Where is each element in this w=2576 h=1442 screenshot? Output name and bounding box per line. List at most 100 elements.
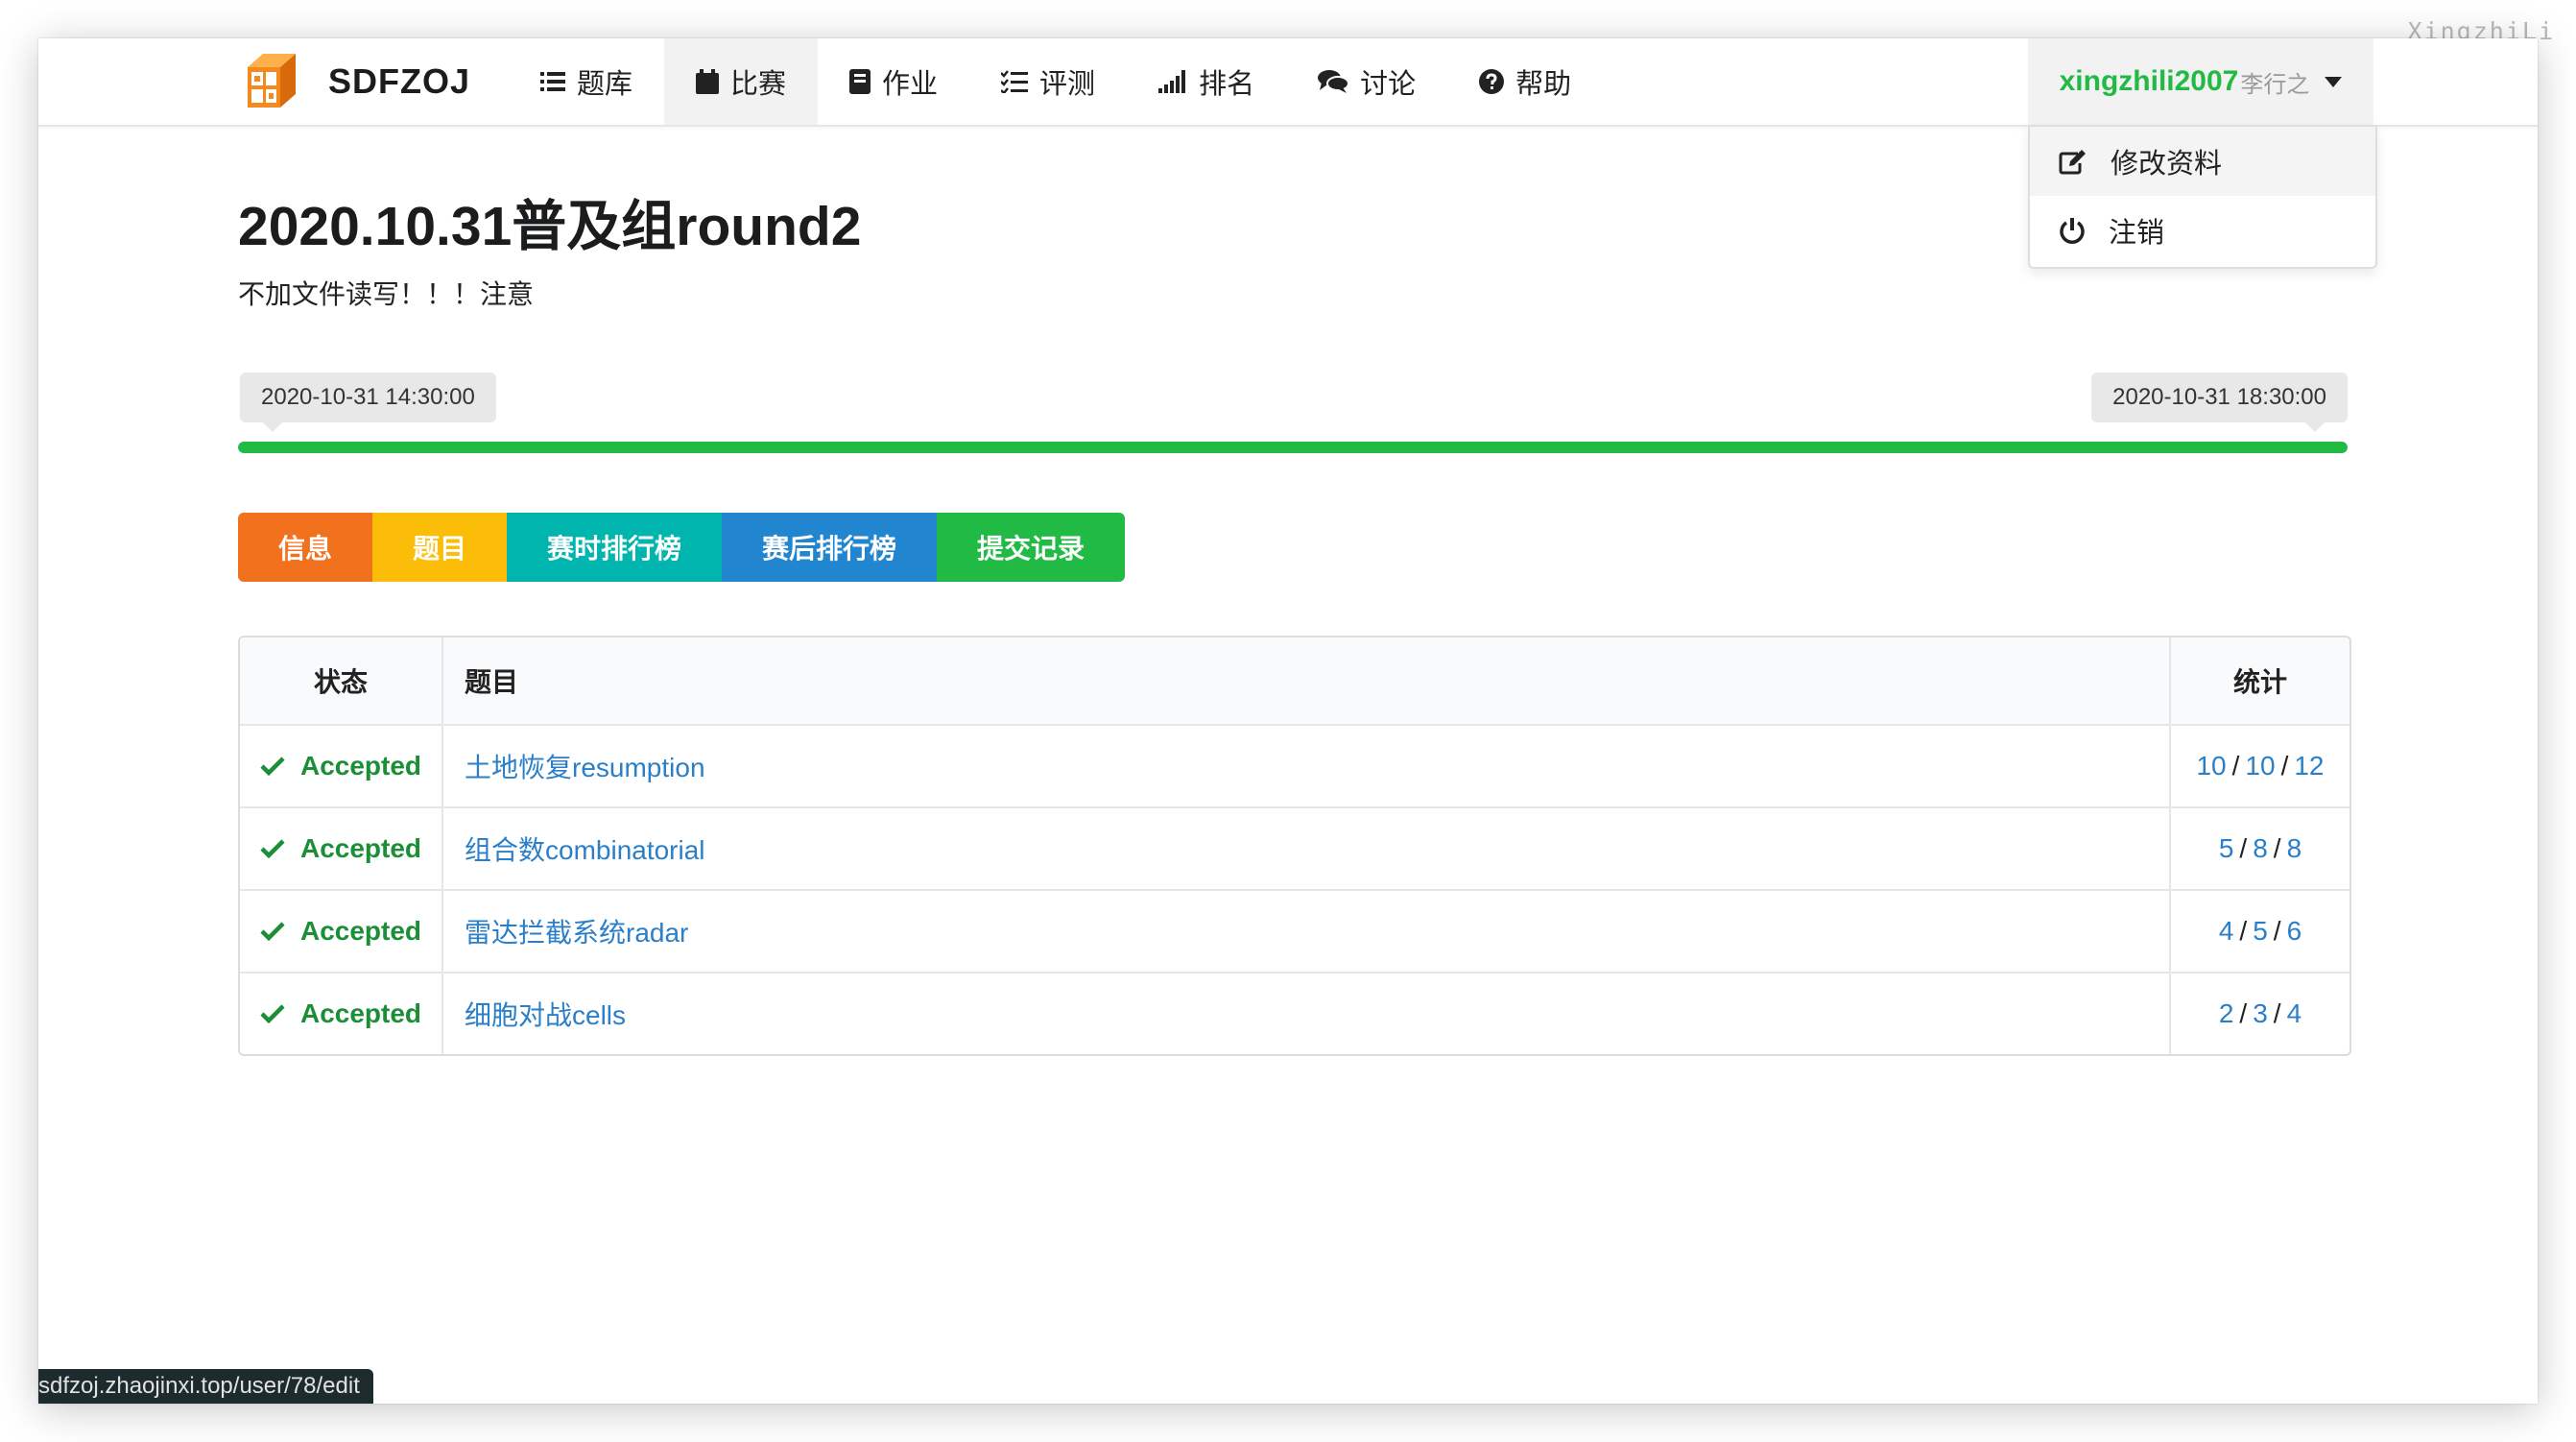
nav-judge-label: 评测: [1039, 69, 1096, 100]
dropdown-logout[interactable]: 注销: [2030, 196, 2375, 265]
tab-info[interactable]: 信息: [238, 513, 372, 582]
table-row: Accepted 雷达拦截系统radar 4/5/6: [240, 889, 2349, 972]
end-time-label: 2020-10-31 18:30:00: [2091, 373, 2348, 432]
caret-down-icon: [2325, 76, 2343, 87]
stat-tried[interactable]: 5: [2253, 916, 2268, 947]
stats-cell: 5/8/8: [2218, 833, 2302, 864]
nav-contests-label: 比赛: [730, 69, 787, 100]
table-row: Accepted 细胞对战cells 2/3/4: [240, 972, 2349, 1054]
status-text: Accepted: [299, 751, 422, 781]
stat-accepted[interactable]: 4: [2219, 916, 2234, 947]
username: xingzhili2007: [2059, 65, 2239, 97]
status-cell: Accepted: [240, 726, 443, 806]
stats-cell: 2/3/4: [2218, 998, 2302, 1029]
table-row: Accepted 土地恢复resumption 10/10/12: [240, 724, 2349, 806]
stat-submissions[interactable]: 6: [2287, 916, 2302, 947]
sdfzoj-logo-icon: [248, 54, 296, 108]
status-cell: Accepted: [240, 808, 443, 889]
accepted-status[interactable]: Accepted: [260, 916, 421, 947]
status-text: Accepted: [299, 916, 422, 946]
accepted-status[interactable]: Accepted: [260, 833, 421, 864]
user-dropdown: 修改资料 注销: [2028, 125, 2377, 269]
nav-problems[interactable]: 题库: [509, 38, 664, 125]
tab-problems[interactable]: 题目: [372, 513, 507, 582]
dropdown-logout-label: 注销: [2109, 218, 2165, 249]
book-icon: [849, 69, 871, 94]
start-time-label: 2020-10-31 14:30:00: [240, 373, 496, 432]
status-text: Accepted: [299, 833, 422, 863]
comments-icon: [1318, 69, 1349, 94]
stat-accepted[interactable]: 10: [2196, 751, 2226, 781]
nav-homework-label: 作业: [882, 69, 939, 100]
brand-name: SDFZOJ: [328, 61, 471, 101]
contest-progress-fill: [238, 442, 2348, 453]
check-icon: [260, 1004, 285, 1023]
calendar-icon: [696, 69, 720, 94]
power-icon: [2059, 217, 2086, 244]
main-menu: 题库 比赛 作业 评测 排名 讨论 帮助: [509, 38, 1603, 125]
contest-progress-bar: [238, 442, 2348, 453]
problem-link[interactable]: 土地恢复resumption: [465, 747, 705, 785]
stat-accepted[interactable]: 2: [2219, 998, 2234, 1029]
signal-icon: [1158, 70, 1187, 93]
problem-table: 状态 题目 统计 Accepted 土地恢复resumption 10/10/1…: [238, 636, 2351, 1056]
tab-live-ranklist[interactable]: 赛时排行榜: [507, 513, 722, 582]
title-cell: 组合数combinatorial: [443, 808, 2171, 889]
stats-cell: 10/10/12: [2196, 751, 2325, 781]
header-status: 状态: [240, 637, 443, 724]
stat-submissions[interactable]: 8: [2287, 833, 2302, 864]
nav-ranking-label: 排名: [1199, 69, 1255, 100]
nav-help[interactable]: 帮助: [1447, 38, 1603, 125]
status-text: Accepted: [299, 998, 422, 1028]
stat-tried[interactable]: 8: [2253, 833, 2268, 864]
accepted-status[interactable]: Accepted: [260, 751, 421, 781]
nav-discuss[interactable]: 讨论: [1286, 38, 1447, 125]
table-row: Accepted 组合数combinatorial 5/8/8: [240, 806, 2349, 889]
user-realname: 李行之: [2240, 71, 2310, 98]
status-cell: Accepted: [240, 891, 443, 972]
brand-link[interactable]: SDFZOJ: [238, 38, 470, 125]
nav-contests[interactable]: 比赛: [664, 38, 819, 125]
dropdown-edit-profile-label: 修改资料: [2111, 149, 2223, 180]
user-menu-toggle[interactable]: xingzhili2007 李行之: [2028, 38, 2373, 125]
check-icon: [260, 757, 285, 776]
title-cell: 雷达拦截系统radar: [443, 891, 2171, 972]
header-title: 题目: [443, 637, 2171, 724]
stat-tried[interactable]: 3: [2253, 998, 2268, 1029]
contest-tabs: 信息 题目 赛时排行榜 赛后排行榜 提交记录: [238, 513, 1125, 582]
dropdown-edit-profile[interactable]: 修改资料: [2030, 127, 2375, 196]
title-cell: 土地恢复resumption: [443, 726, 2171, 806]
accepted-status[interactable]: Accepted: [260, 998, 421, 1029]
nav-ranking[interactable]: 排名: [1127, 38, 1286, 125]
help-icon: [1479, 69, 1505, 94]
stat-submissions[interactable]: 4: [2287, 998, 2302, 1029]
stat-accepted[interactable]: 5: [2219, 833, 2234, 864]
stats-cell: 4/5/6: [2218, 916, 2302, 947]
status-cell: Accepted: [240, 973, 443, 1054]
title-cell: 细胞对战cells: [443, 973, 2171, 1054]
tab-submissions[interactable]: 提交记录: [937, 513, 1125, 582]
nav-discuss-label: 讨论: [1360, 69, 1417, 100]
nav-judge[interactable]: 评测: [969, 38, 1127, 125]
link-status-bar: sdfzoj.zhaojinxi.top/user/78/edit: [38, 1369, 373, 1404]
nav-homework[interactable]: 作业: [818, 38, 969, 125]
problem-link[interactable]: 细胞对战cells: [465, 995, 626, 1033]
contest-title: 2020.10.31普及组round2: [238, 196, 862, 257]
nav-help-label: 帮助: [1515, 69, 1572, 100]
problem-link[interactable]: 雷达拦截系统radar: [465, 912, 688, 950]
list-icon: [540, 71, 565, 92]
check-icon: [260, 839, 285, 858]
stat-submissions[interactable]: 12: [2294, 751, 2324, 781]
edit-icon: [2059, 148, 2087, 175]
check-icon: [260, 922, 285, 941]
problem-link[interactable]: 组合数combinatorial: [465, 829, 705, 868]
contest-description: 不加文件读写！！！注意: [238, 279, 535, 309]
nav-problems-label: 题库: [577, 69, 633, 100]
tasks-icon: [1001, 70, 1029, 93]
tab-final-ranklist[interactable]: 赛后排行榜: [722, 513, 937, 582]
stat-tried[interactable]: 10: [2245, 751, 2275, 781]
header-stats: 统计: [2232, 667, 2287, 697]
top-nav: SDFZOJ 题库 比赛 作业 评测 排名 讨论 帮助 xingzhili200…: [38, 38, 2538, 127]
browser-window: SDFZOJ 题库 比赛 作业 评测 排名 讨论 帮助 xingzhili200…: [38, 38, 2538, 1404]
table-header: 状态 题目 统计: [240, 637, 2349, 724]
